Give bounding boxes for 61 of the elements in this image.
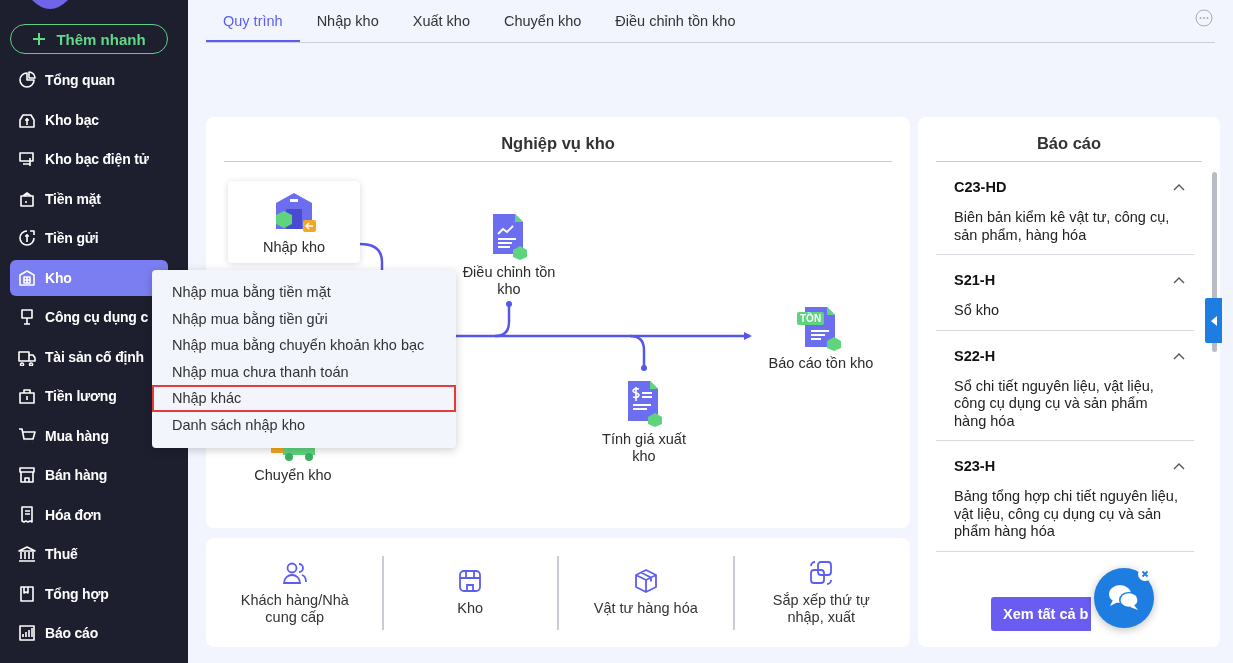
shortcut-button[interactable]: Sắp xếp thứ tự nhập, xuất (734, 559, 908, 626)
chevron-up-icon[interactable] (1173, 462, 1185, 470)
shortcut-button[interactable]: Khách hàng/Nhà cung cấp (208, 559, 382, 626)
sidebar-item[interactable]: Thuế (10, 536, 168, 572)
chevron-up-icon[interactable] (1173, 183, 1185, 191)
card-title: Báo cáo (936, 117, 1202, 162)
chat-icon (1107, 583, 1141, 613)
tab[interactable]: Nhập kho (299, 0, 396, 42)
sidebar-item[interactable]: Báo cáo (10, 615, 168, 651)
sidebar-item[interactable]: Kho bạc điện tử (10, 141, 168, 177)
connector-line (494, 301, 512, 338)
box-icon (632, 568, 659, 594)
chevron-up-icon[interactable] (1173, 276, 1185, 284)
caret-left-icon (1210, 315, 1217, 326)
plus-icon (32, 32, 47, 46)
wallet-icon (18, 189, 36, 208)
sidebar-item[interactable]: Bán hàng (10, 457, 168, 493)
chat-button[interactable] (1094, 568, 1154, 628)
tab[interactable]: Xuất kho (395, 0, 487, 42)
store-icon (457, 568, 484, 594)
shortcut-button[interactable]: Kho (383, 568, 557, 617)
node-label[interactable]: Chuyển kho (254, 467, 332, 484)
connector-line (629, 334, 647, 371)
sidebar-item[interactable]: Hóa đơn (10, 496, 168, 533)
report-code: S21-H (954, 272, 996, 288)
bank-icon (18, 545, 36, 563)
tab[interactable]: Điều chỉnh tồn kho (598, 0, 753, 42)
pie-chart-icon (18, 71, 36, 89)
notebook-icon (18, 584, 36, 603)
chevron-up-icon[interactable] (1173, 351, 1185, 360)
node-label[interactable]: Nhập kho (262, 238, 326, 256)
report-description[interactable]: Sổ chi tiết nguyên liệu, vật liệu, công cụ dụng cụ và sản phẩm hàng hóa (954, 377, 1182, 430)
sidebar-item[interactable]: Tiền mặt (10, 180, 168, 217)
collapse-tab[interactable] (1205, 298, 1222, 343)
receipt-icon (18, 505, 36, 524)
view-all-button[interactable]: Xem tất cả b (991, 597, 1092, 631)
sidebar-item[interactable]: Tiền gửi (10, 220, 168, 256)
sidebar-item[interactable]: Tổng hợp (10, 575, 168, 612)
sidebar-item[interactable]: Kho bạc (10, 101, 168, 138)
report-description[interactable]: Sổ kho (954, 302, 1182, 320)
node-label[interactable]: Tính giá xuất kho (599, 431, 689, 465)
chart-icon (18, 624, 36, 642)
report-description[interactable]: Biên bản kiểm kê vật tư, công cụ, sản phẩm, hàng hóa (954, 209, 1182, 244)
menu-item[interactable]: Nhập khác (152, 385, 456, 412)
logo-icon (30, 0, 70, 12)
report-code: S23-H (954, 458, 996, 474)
report-code: C23-HD (954, 179, 1007, 195)
dollar-screen-icon (18, 150, 36, 168)
card-title: Nghiệp vụ kho (224, 117, 892, 162)
briefcase-icon (18, 387, 36, 405)
shortcut-button[interactable]: Vật tư hàng hóa (559, 568, 733, 617)
warehouse-icon (18, 268, 36, 287)
report-code: S22-H (954, 347, 996, 364)
report-description[interactable]: Bảng tổng hợp chi tiết nguyên liệu, vật liệu, công cụ dụng cụ và sản phẩm hàng hóa (954, 488, 1182, 541)
sidebar-item[interactable]: Tổng quan (10, 62, 168, 98)
node-label[interactable]: Báo cáo tồn kho (768, 355, 874, 372)
sort-icon (808, 559, 835, 586)
shop-icon (18, 466, 36, 484)
tab[interactable]: Quy trình (206, 0, 300, 42)
close-icon[interactable] (1138, 567, 1152, 581)
tab[interactable]: Chuyển kho (486, 0, 599, 42)
